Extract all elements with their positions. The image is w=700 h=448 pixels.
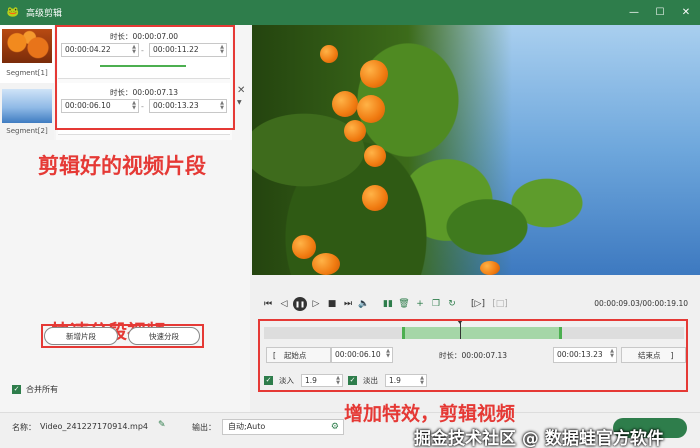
maximize-button[interactable]: ☐ — [654, 7, 666, 19]
gear-icon[interactable]: ⚙ — [331, 420, 339, 434]
video-frame-orange — [360, 60, 388, 88]
edit-name-icon[interactable]: ✎ — [158, 420, 166, 430]
window-title: 高级剪辑 — [26, 9, 63, 19]
title-bar: 🐸 高级剪辑 — ☐ ✕ — [0, 0, 700, 25]
segment-thumbnail-image — [2, 29, 52, 63]
playback-time: 00:00:09.03/00:00:19.10 — [594, 299, 688, 308]
video-frame-orange — [364, 145, 386, 167]
app-logo-icon: 🐸 — [6, 7, 20, 18]
annotation-box-segments — [55, 25, 235, 130]
segment-thumbnail-1[interactable]: Segment[1] — [0, 25, 54, 82]
annotation-effects: 增加特效，剪辑视频 — [344, 403, 516, 425]
segment-thumbnail-image — [2, 89, 52, 123]
video-frame-orange — [312, 253, 340, 275]
mark-out-icon[interactable]: [□] — [492, 296, 508, 312]
video-frame-foliage — [442, 155, 592, 275]
annotation-box-quick-split — [41, 324, 204, 348]
output-select[interactable]: 自动;Auto ⚙ — [222, 419, 344, 435]
bottom-bar: 名称： Video_241227170914.mp4 ✎ 输出： 自动;Auto… — [0, 403, 700, 448]
video-frame-orange — [362, 185, 388, 211]
output-label: 输出： — [192, 423, 216, 432]
reset-icon[interactable]: ↻ — [444, 296, 460, 312]
name-label: 名称： — [12, 423, 36, 432]
video-frame-orange — [292, 235, 316, 259]
scroll-down-icon[interactable]: ▼ — [237, 99, 242, 106]
player-controls: ⏮ ◁ ❚❚ ▷ ■ ⏭ 🔈 ▮▮ 🗑 + ❐ ↻ [▷] [□] 00:00:… — [252, 293, 700, 315]
copy-icon[interactable]: ❐ — [428, 296, 444, 312]
segment-thumbnail-label: Segment[2] — [6, 127, 48, 135]
video-frame-orange — [320, 45, 338, 63]
next-frame-icon[interactable]: ▷ — [308, 296, 324, 312]
segment-thumbnail-label: Segment[1] — [6, 69, 48, 77]
volume-icon[interactable]: 🔈 — [356, 296, 372, 312]
video-frame-orange — [344, 120, 366, 142]
segment-thumbnail-2[interactable]: Segment[2] — [0, 83, 54, 140]
pause-icon: ❚❚ — [293, 297, 307, 311]
delete-segment-icon[interactable]: ✕ — [237, 85, 245, 96]
watermark: 掘金技术社区 @ 数据蛙官方软件 — [414, 429, 664, 448]
skip-start-icon[interactable]: ⏮ — [260, 296, 276, 312]
annotation-clipped-segments: 剪辑好的视频片段 — [38, 154, 206, 178]
mark-in-icon[interactable]: [▷] — [470, 296, 486, 312]
segment-thumbnail-list: Segment[1] Segment[2] — [0, 25, 54, 140]
annotation-box-effects — [258, 319, 688, 392]
window-controls: — ☐ ✕ — [628, 0, 692, 25]
video-frame-orange — [357, 95, 385, 123]
minimize-button[interactable]: — — [628, 7, 640, 19]
video-preview[interactable] — [252, 25, 700, 275]
add-icon[interactable]: + — [412, 296, 428, 312]
play-pause-button[interactable]: ❚❚ — [292, 296, 308, 312]
merge-all-label: 合并所有 — [26, 385, 58, 394]
stop-icon[interactable]: ■ — [324, 296, 340, 312]
merge-all-option[interactable]: ✓ 合并所有 — [12, 384, 58, 395]
merge-all-checkbox[interactable]: ✓ — [12, 385, 21, 394]
left-panel: Segment[1] Segment[2] 时长：00:00:07.00 00:… — [0, 25, 250, 425]
video-frame-orange — [332, 91, 358, 117]
file-name: Video_241227170914.mp4 — [40, 422, 148, 431]
delete-icon[interactable]: 🗑 — [396, 296, 412, 312]
close-button[interactable]: ✕ — [680, 7, 692, 19]
video-frame-orange — [480, 261, 500, 275]
split-icon[interactable]: ▮▮ — [380, 296, 396, 312]
prev-frame-icon[interactable]: ◁ — [276, 296, 292, 312]
skip-end-icon[interactable]: ⏭ — [340, 296, 356, 312]
